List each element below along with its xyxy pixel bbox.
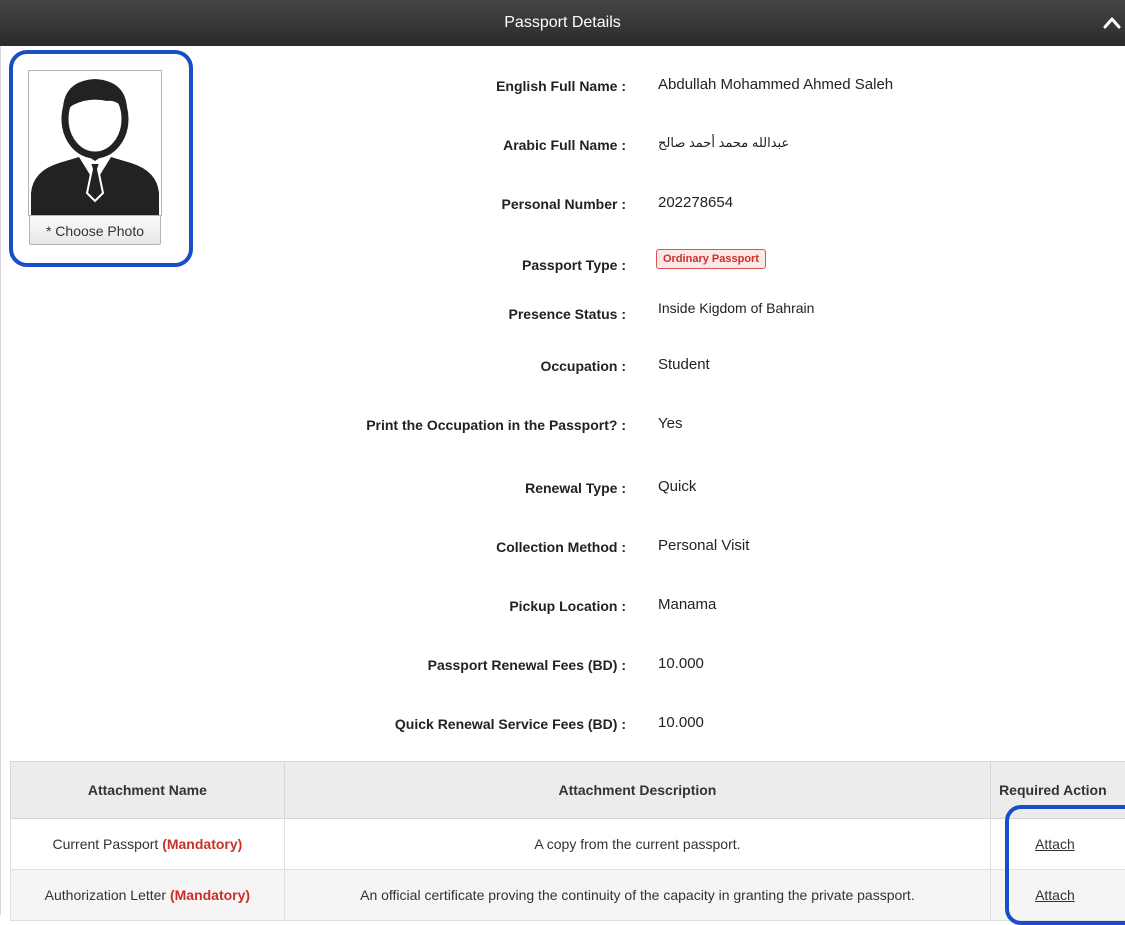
attachment-name: Authorization Letter — [45, 887, 166, 903]
pickup-location-value: Manama — [658, 596, 716, 613]
passport-type-row: Passport Type : Ordinary Passport — [0, 253, 1125, 277]
presence-status-row: Presence Status : Inside Kigdom of Bahra… — [0, 300, 1125, 324]
passport-type-badge: Ordinary Passport — [656, 249, 766, 269]
attachment-description: A copy from the current passport. — [284, 819, 990, 870]
attachments-table: Attachment Name Attachment Description R… — [10, 761, 1125, 921]
quick-fees-label: Quick Renewal Service Fees (BD) : — [395, 716, 626, 732]
renewal-type-label: Renewal Type : — [525, 480, 626, 496]
table-header-row: Attachment Name Attachment Description R… — [11, 762, 1125, 819]
renewal-fees-value: 10.000 — [658, 655, 704, 672]
attachment-description: An official certificate proving the cont… — [284, 870, 990, 921]
occupation-label: Occupation : — [540, 358, 626, 374]
table-row: Authorization Letter (Mandatory) An offi… — [11, 870, 1125, 921]
renewal-type-row: Renewal Type : Quick — [0, 478, 1125, 502]
arabic-name-value: عبدالله محمد أحمد صالح — [658, 135, 789, 151]
attachment-name-cell: Authorization Letter (Mandatory) — [11, 870, 285, 921]
print-occupation-row: Print the Occupation in the Passport? : … — [0, 415, 1125, 439]
pickup-location-row: Pickup Location : Manama — [0, 596, 1125, 620]
quick-fees-row: Quick Renewal Service Fees (BD) : 10.000 — [0, 714, 1125, 738]
renewal-type-value: Quick — [658, 478, 696, 495]
renewal-fees-row: Passport Renewal Fees (BD) : 10.000 — [0, 655, 1125, 679]
collection-method-label: Collection Method : — [496, 539, 626, 555]
renewal-fees-label: Passport Renewal Fees (BD) : — [428, 657, 626, 673]
attachment-name-cell: Current Passport (Mandatory) — [11, 819, 285, 870]
personal-number-row: Personal Number : 202278654 — [0, 194, 1125, 218]
english-name-row: English Full Name : Abdullah Mohammed Ah… — [0, 76, 1125, 100]
collection-method-row: Collection Method : Personal Visit — [0, 537, 1125, 561]
occupation-row: Occupation : Student — [0, 356, 1125, 380]
mandatory-tag: (Mandatory) — [162, 836, 242, 852]
passport-type-label: Passport Type : — [522, 257, 626, 273]
english-name-label: English Full Name : — [496, 78, 626, 94]
table-row: Current Passport (Mandatory) A copy from… — [11, 819, 1125, 870]
print-occupation-label: Print the Occupation in the Passport? : — [366, 417, 626, 433]
chevron-up-icon[interactable] — [1101, 13, 1123, 33]
arabic-name-label: Arabic Full Name : — [503, 137, 626, 153]
presence-status-label: Presence Status : — [509, 306, 627, 322]
presence-status-value: Inside Kigdom of Bahrain — [658, 300, 814, 316]
personal-number-label: Personal Number : — [502, 196, 626, 212]
attachment-description-header: Attachment Description — [284, 762, 990, 819]
personal-number-value: 202278654 — [658, 194, 733, 211]
quick-fees-value: 10.000 — [658, 714, 704, 731]
attach-highlight — [1005, 805, 1125, 925]
section-header: Passport Details — [0, 0, 1125, 46]
occupation-value: Student — [658, 356, 710, 373]
collection-method-value: Personal Visit — [658, 537, 749, 554]
section-title: Passport Details — [0, 0, 1125, 46]
arabic-name-row: Arabic Full Name : عبدالله محمد أحمد صال… — [0, 135, 1125, 159]
attachment-name-header: Attachment Name — [11, 762, 285, 819]
print-occupation-value: Yes — [658, 415, 682, 432]
pickup-location-label: Pickup Location : — [509, 598, 626, 614]
mandatory-tag: (Mandatory) — [170, 887, 250, 903]
attachment-name: Current Passport — [52, 836, 158, 852]
english-name-value: Abdullah Mohammed Ahmed Saleh — [658, 76, 893, 93]
